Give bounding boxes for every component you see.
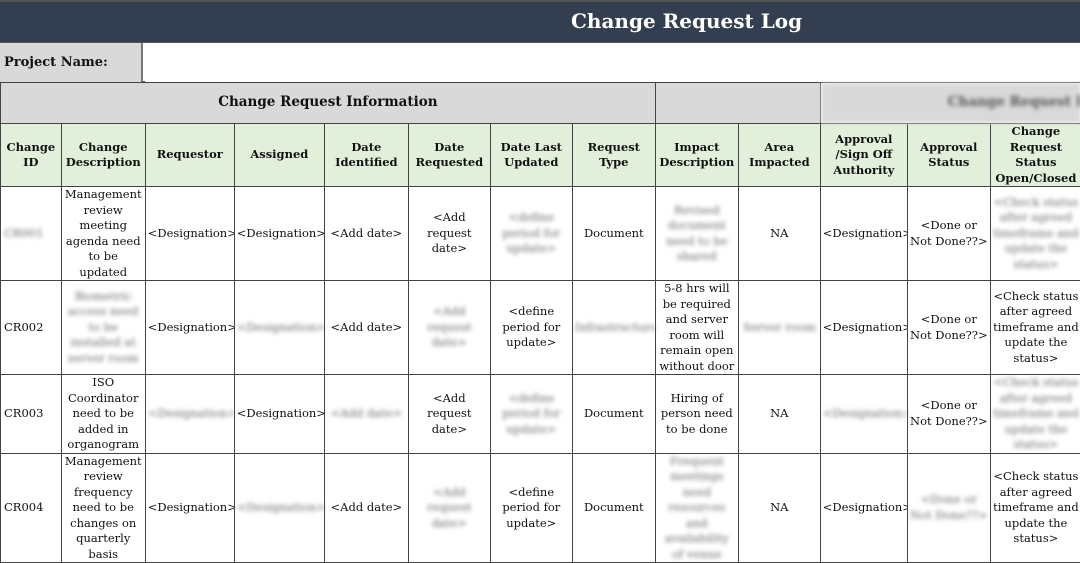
- cell-assigned[interactable]: <Designation>: [234, 453, 324, 563]
- col-header-date-requested: Date Requested: [408, 124, 490, 187]
- cell-impact-description[interactable]: 5-8 hrs will be required and server room…: [655, 281, 738, 375]
- cell-change-description[interactable]: ISO Coordinator need to be added in orga…: [61, 375, 145, 454]
- table-row: CR002 Biometric access need to be instal…: [1, 281, 1080, 375]
- project-name-row: Project Name:: [0, 42, 1080, 82]
- table-row: CR004 Management review frequency need t…: [1, 453, 1080, 563]
- project-name-label: Project Name:: [0, 43, 143, 82]
- cell-requestor[interactable]: <Designation>: [145, 375, 234, 454]
- cell-request-type[interactable]: Document: [572, 375, 655, 454]
- cell-cr-status[interactable]: <Check status after agreed timeframe and…: [990, 375, 1080, 454]
- cell-area-impacted[interactable]: NA: [738, 375, 820, 454]
- cell-change-description[interactable]: Biometric access need to be installed at…: [61, 281, 145, 375]
- col-header-change-description: Change Description: [61, 124, 145, 187]
- col-header-cr-status: Change Request Status Open/Closed: [990, 124, 1080, 187]
- cell-impact-description[interactable]: Revised document need to be shared: [655, 187, 738, 281]
- cell-area-impacted[interactable]: NA: [738, 187, 820, 281]
- cell-request-type[interactable]: Document: [572, 453, 655, 563]
- group-header-impact: [655, 83, 820, 124]
- cell-date-identified[interactable]: <Add date>: [324, 375, 408, 454]
- cell-approval-authority[interactable]: <Designation>: [820, 281, 907, 375]
- cell-date-requested[interactable]: <Add request date>: [408, 281, 490, 375]
- cell-area-impacted[interactable]: Server room: [738, 281, 820, 375]
- change-request-table: Change Request Information Change Reques…: [0, 82, 1080, 563]
- cell-date-identified[interactable]: <Add date>: [324, 453, 408, 563]
- cell-impact-description[interactable]: Frequent meetings need resources and ava…: [655, 453, 738, 563]
- cell-assigned[interactable]: <Designation>: [234, 187, 324, 281]
- cell-change-description[interactable]: Management review frequency need to be c…: [61, 453, 145, 563]
- cell-cr-status[interactable]: <Check status after agreed timeframe and…: [990, 453, 1080, 563]
- cell-change-description[interactable]: Management review meeting agenda need to…: [61, 187, 145, 281]
- cell-approval-authority[interactable]: <Designation>: [820, 453, 907, 563]
- cell-assigned[interactable]: <Designation>: [234, 375, 324, 454]
- cell-request-type[interactable]: Document: [572, 187, 655, 281]
- title-bar: Change Request Log: [0, 0, 1080, 42]
- col-header-approval-status: Approval Status: [907, 124, 990, 187]
- col-header-date-last-updated: Date Last Updated: [490, 124, 572, 187]
- group-header-response: Change Request Response: [820, 83, 1080, 124]
- cell-date-last-updated[interactable]: <define period for update>: [490, 375, 572, 454]
- cell-date-last-updated[interactable]: <define period for update>: [490, 453, 572, 563]
- col-header-request-type: Request Type: [572, 124, 655, 187]
- column-header-row: Change ID Change Description Requestor A…: [1, 124, 1080, 187]
- cell-request-type[interactable]: Infrastructure: [572, 281, 655, 375]
- cell-requestor[interactable]: <Designation>: [145, 453, 234, 563]
- page-title: Change Request Log: [571, 9, 802, 33]
- cell-approval-authority[interactable]: <Designation>: [820, 375, 907, 454]
- cell-approval-status[interactable]: <Done or Not Done??>: [907, 453, 990, 563]
- cell-assigned[interactable]: <Designation>: [234, 281, 324, 375]
- cell-approval-status[interactable]: <Done or Not Done??>: [907, 375, 990, 454]
- group-header-info: Change Request Information: [1, 83, 656, 124]
- project-name-input[interactable]: [145, 43, 1080, 82]
- cell-change-id[interactable]: CR002: [1, 281, 62, 375]
- cell-approval-status[interactable]: <Done or Not Done??>: [907, 187, 990, 281]
- cell-date-identified[interactable]: <Add date>: [324, 187, 408, 281]
- cell-date-requested[interactable]: <Add request date>: [408, 187, 490, 281]
- cell-date-last-updated[interactable]: <define period for update>: [490, 281, 572, 375]
- col-header-assigned: Assigned: [234, 124, 324, 187]
- col-header-requestor: Requestor: [145, 124, 234, 187]
- cell-cr-status[interactable]: <Check status after agreed timeframe and…: [990, 281, 1080, 375]
- cell-impact-description[interactable]: Hiring of person need to be done: [655, 375, 738, 454]
- cell-date-requested[interactable]: <Add request date>: [408, 375, 490, 454]
- col-header-change-id: Change ID: [1, 124, 62, 187]
- cell-area-impacted[interactable]: NA: [738, 453, 820, 563]
- col-header-date-identified: Date Identified: [324, 124, 408, 187]
- table-row: CR003 ISO Coordinator need to be added i…: [1, 375, 1080, 454]
- cell-date-last-updated[interactable]: <define period for update>: [490, 187, 572, 281]
- cell-cr-status[interactable]: <Check status after agreed timeframe and…: [990, 187, 1080, 281]
- table-row: CR001 Management review meeting agenda n…: [1, 187, 1080, 281]
- cell-change-id[interactable]: CR004: [1, 453, 62, 563]
- col-header-area-impacted: Area Impacted: [738, 124, 820, 187]
- cell-approval-status[interactable]: <Done or Not Done??>: [907, 281, 990, 375]
- cell-change-id[interactable]: CR001: [1, 187, 62, 281]
- cell-approval-authority[interactable]: <Designation>: [820, 187, 907, 281]
- cell-date-identified[interactable]: <Add date>: [324, 281, 408, 375]
- cell-change-id[interactable]: CR003: [1, 375, 62, 454]
- cell-requestor[interactable]: <Designation>: [145, 281, 234, 375]
- col-header-impact-description: Impact Description: [655, 124, 738, 187]
- cell-requestor[interactable]: <Designation>: [145, 187, 234, 281]
- group-header-row: Change Request Information Change Reques…: [1, 83, 1080, 124]
- cell-date-requested[interactable]: <Add request date>: [408, 453, 490, 563]
- col-header-approval-authority: Approval /Sign Off Authority: [820, 124, 907, 187]
